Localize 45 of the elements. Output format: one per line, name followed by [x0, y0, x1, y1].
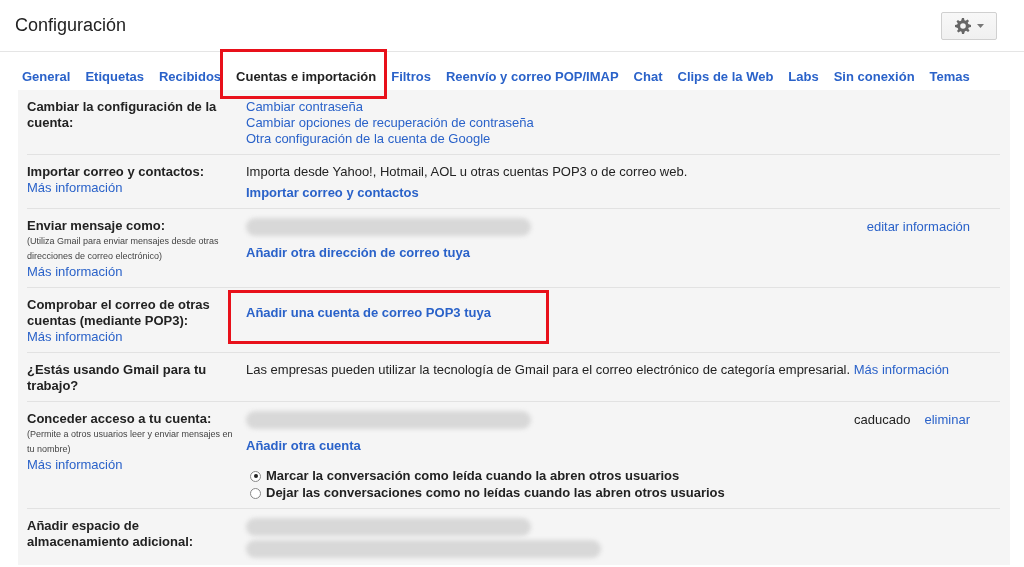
more-info-link[interactable]: Más información	[27, 457, 238, 473]
settings-link[interactable]: eliminar	[924, 412, 970, 428]
settings-link[interactable]: Cambiar contraseña	[246, 99, 1000, 115]
settings-tab[interactable]: Recibidos	[158, 69, 222, 84]
status-text: caducado	[854, 412, 911, 428]
radio-option[interactable]: Dejar las conversaciones como no leídas cuando las abren otros usuarios	[250, 485, 1000, 501]
setting-label: Cambiar la configuración de la cuenta:	[27, 99, 218, 131]
settings-tab[interactable]: Sin conexión	[833, 69, 915, 84]
settings-tab[interactable]: Cuentas e importación	[236, 69, 377, 84]
settings-link[interactable]: Cambiar opciones de recuperación de contraseña	[246, 115, 1000, 131]
radio-option[interactable]: Marcar la conversación como leída cuando la abren otros usuarios	[250, 468, 1000, 484]
more-info-link[interactable]: Más información	[27, 264, 238, 280]
action-link[interactable]: Añadir otra dirección de correo tuya	[246, 245, 470, 260]
description-text: Importa desde Yahoo!, Hotmail, AOL u otras cuentas POP3 o de correo web.	[246, 164, 689, 180]
settings-link[interactable]: editar información	[866, 219, 970, 235]
description-text: Las empresas pueden utilizar la tecnología de Gmail para el correo electrónico de categoría empresarial. Más información	[246, 362, 951, 378]
action-link[interactable]: Añadir una cuenta de correo POP3 tuya	[246, 305, 491, 320]
setting-label: Importar correo y contactos:	[27, 164, 205, 180]
more-info-link[interactable]: Más información	[853, 362, 950, 377]
more-info-link[interactable]: Más información	[27, 180, 238, 196]
settings-tab[interactable]: Filtros	[391, 69, 431, 84]
settings-link[interactable]: Otra configuración de la cuenta de Google	[246, 131, 1000, 147]
setting-label: Enviar mensaje como:	[27, 218, 166, 234]
radio-button[interactable]	[250, 487, 261, 499]
action-link[interactable]: Importar correo y contactos	[246, 185, 419, 200]
settings-tab[interactable]: Labs	[788, 69, 819, 84]
settings-tab[interactable]: Reenvío y correo POP/IMAP	[445, 69, 619, 84]
setting-note: (Permite a otros usuarios leer y enviar mensajes en tu nombre)	[27, 428, 234, 456]
setting-label: Añadir espacio de almacenamiento adicional:	[27, 518, 195, 550]
setting-label: ¿Estás usando Gmail para tu trabajo?	[27, 362, 208, 394]
radio-button[interactable]	[250, 470, 261, 482]
setting-label: Comprobar el correo de otras cuentas (mediante POP3):	[27, 297, 211, 329]
more-info-link[interactable]: Más información	[27, 329, 238, 345]
caret-icon	[976, 23, 984, 28]
settings-tab[interactable]: General	[22, 69, 71, 84]
settings-button[interactable]	[941, 11, 997, 40]
settings-icon	[954, 17, 971, 34]
setting-label: Conceder acceso a tu cuenta:	[27, 411, 213, 427]
settings-tab[interactable]: Clips de la Web	[677, 69, 774, 84]
settings-tab[interactable]: Etiquetas	[85, 69, 144, 84]
page-title: Configuración	[15, 15, 127, 36]
action-link[interactable]: Añadir otra cuenta	[246, 438, 361, 453]
setting-note: (Utiliza Gmail para enviar mensajes desde otras direcciones de correo electrónico)	[27, 235, 220, 263]
settings-tab[interactable]: Temas	[929, 69, 970, 84]
settings-tab[interactable]: Chat	[633, 69, 663, 84]
